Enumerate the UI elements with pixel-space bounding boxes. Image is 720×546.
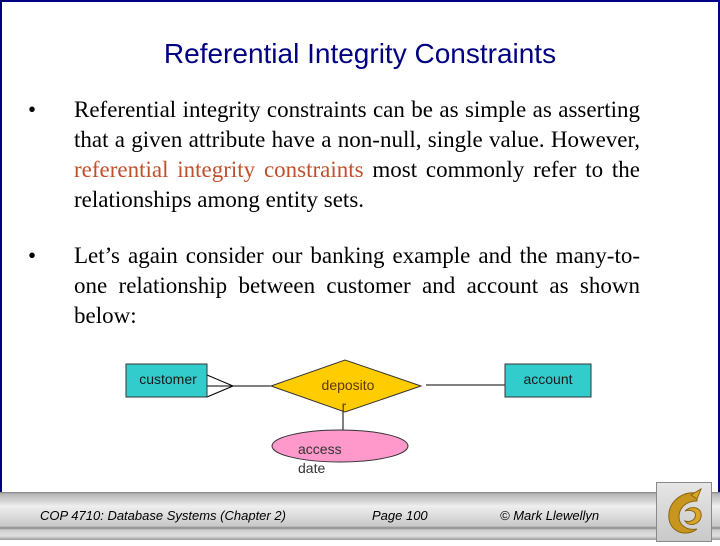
pegasus-icon — [668, 487, 703, 534]
attribute-label-line-1: access — [298, 441, 342, 457]
entity-account-label: account — [523, 371, 572, 387]
footer-author: © Mark Llewellyn — [500, 508, 600, 523]
footer-page-number: Page 100 — [372, 508, 428, 523]
relationship-label-line-1: deposito — [322, 377, 375, 393]
footer-course: COP 4710: Database Systems (Chapter 2) — [40, 508, 286, 523]
crowfoot-line — [206, 385, 234, 398]
attribute-label-line-2: date — [298, 460, 325, 476]
entity-customer-label: customer — [139, 371, 197, 387]
ucf-pegasus-logo-icon — [656, 482, 712, 542]
relationship-label-line-2: r — [342, 398, 347, 414]
crowfoot-line — [206, 374, 234, 387]
er-diagram: customer deposito r account access date — [125, 359, 592, 476]
